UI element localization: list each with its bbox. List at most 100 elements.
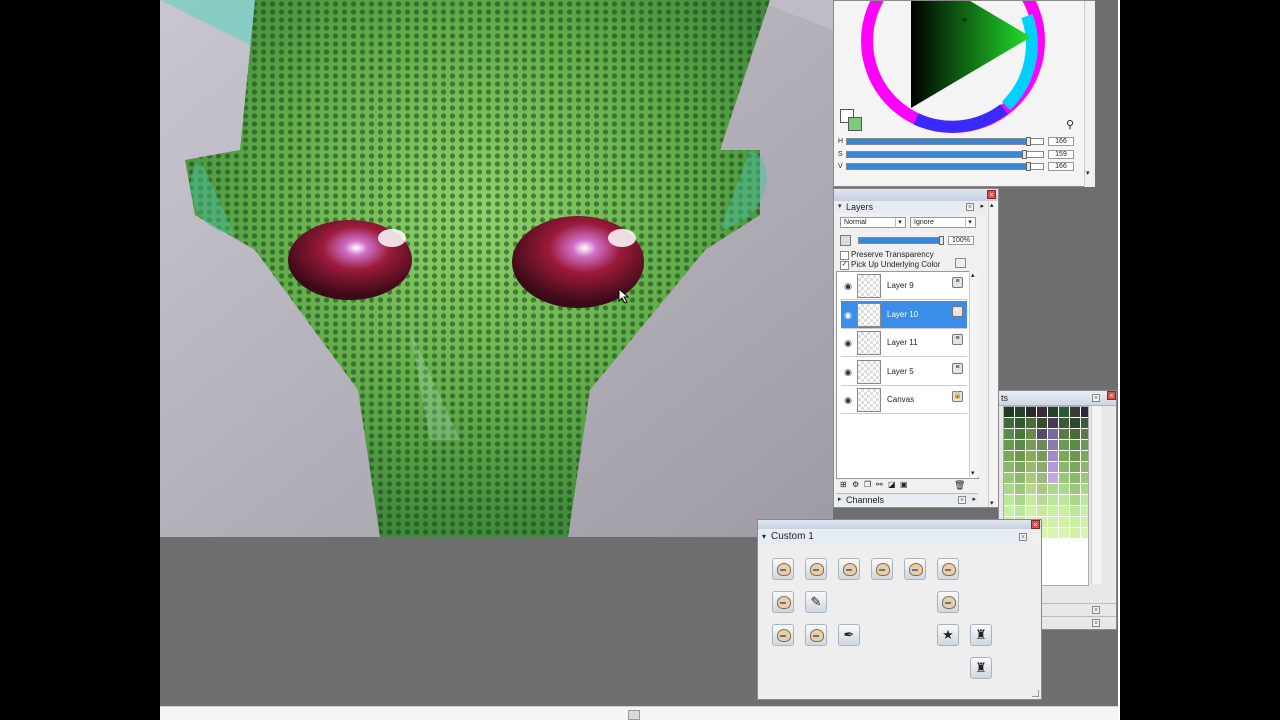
visibility-eye-icon[interactable]: ◉ (843, 338, 853, 348)
new-layer-icon[interactable]: ⚯ (876, 480, 883, 489)
color-sets-panel-close-icon[interactable]: × (1107, 391, 1116, 400)
layers-close-box-icon[interactable]: × (966, 203, 974, 211)
layers-panel-header-strip[interactable]: × (834, 189, 998, 201)
visibility-eye-icon[interactable]: ◉ (843, 367, 853, 377)
color-swatch[interactable] (1037, 484, 1047, 494)
color-swatch[interactable] (1015, 462, 1025, 472)
brush-variant-6-icon[interactable] (937, 558, 959, 580)
color-swatch[interactable] (1026, 407, 1036, 417)
color-swatch[interactable] (1070, 418, 1080, 428)
custom-palette-close-box-icon[interactable]: × (1019, 533, 1027, 541)
color-swatch[interactable] (1004, 418, 1014, 428)
color-swatch[interactable] (1081, 429, 1088, 439)
color-swatch[interactable] (1048, 473, 1058, 483)
color-swatch[interactable] (1059, 407, 1069, 417)
color-swatch[interactable] (1081, 495, 1088, 505)
stamp-2-icon[interactable]: ♜ (970, 657, 992, 679)
color-swatch[interactable] (1081, 407, 1088, 417)
color-swatch[interactable] (1048, 495, 1058, 505)
color-swatch[interactable] (1070, 506, 1080, 516)
brush-variant-8-icon[interactable] (937, 591, 959, 613)
color-swatch[interactable] (1026, 506, 1036, 516)
layer-list-scrollbar[interactable]: ▴ ▾ (969, 271, 979, 477)
color-swatch[interactable] (1081, 451, 1088, 461)
color-swatch[interactable] (1015, 473, 1025, 483)
custom-palette-close-icon[interactable]: × (1031, 520, 1040, 529)
color-swatch[interactable] (1037, 451, 1047, 461)
color-swatch[interactable] (1070, 495, 1080, 505)
color-swatch[interactable] (1070, 484, 1080, 494)
resize-grip-icon[interactable] (1032, 690, 1039, 697)
color-swatch[interactable] (1026, 418, 1036, 428)
channels-title-bar[interactable]: ▸ Channels × ▸ (836, 493, 978, 506)
composite-method-select[interactable]: Normal ▾ (840, 217, 906, 228)
scroll-up-arrow-icon[interactable]: ▴ (990, 201, 994, 209)
airbrush-icon[interactable]: ✒ (838, 624, 860, 646)
color-swatch[interactable] (1048, 506, 1058, 516)
color-swatch[interactable] (1026, 484, 1036, 494)
horizontal-scrollbar[interactable] (160, 706, 1118, 720)
saturation-value[interactable]: 159 (1048, 150, 1074, 159)
layers-panel-scrollbar[interactable]: ▴ ▾ (988, 201, 998, 507)
color-swatch[interactable] (1081, 440, 1088, 450)
brush-variant-9-icon[interactable] (772, 624, 794, 646)
lock-layer-icon[interactable] (955, 258, 966, 268)
sparkle-icon[interactable]: ★ (937, 624, 959, 646)
collapse-arrow-icon[interactable]: ▾ (762, 530, 766, 544)
value-value[interactable]: 166 (1048, 162, 1074, 171)
expand-arrow-icon[interactable]: ▸ (838, 494, 842, 506)
color-swatch[interactable] (1004, 473, 1014, 483)
color-swatch[interactable] (1004, 506, 1014, 516)
color-swatch[interactable] (1026, 440, 1036, 450)
color-swatch[interactable] (1004, 462, 1014, 472)
trash-icon[interactable]: 🗑 (954, 480, 965, 491)
brush-variant-3-icon[interactable] (838, 558, 860, 580)
scroll-up-arrow-icon[interactable]: ▴ (971, 271, 975, 279)
channels-close-icon[interactable]: × (958, 496, 966, 504)
color-swatch[interactable] (1081, 473, 1088, 483)
brush-variant-5-icon[interactable] (904, 558, 926, 580)
color-swatch[interactable] (1081, 517, 1088, 527)
scrollbar-thumb[interactable] (628, 710, 640, 720)
color-swatch[interactable] (1015, 429, 1025, 439)
color-swatch[interactable] (1048, 484, 1058, 494)
custom-palette-header-strip[interactable]: × (758, 520, 1041, 529)
color-swatch[interactable] (1015, 495, 1025, 505)
pick-up-color-checkbox[interactable]: ✓ (840, 261, 849, 270)
brush-variant-10-icon[interactable] (805, 624, 827, 646)
scroll-down-arrow-icon[interactable]: ▾ (1086, 169, 1090, 177)
color-swatch[interactable] (1070, 440, 1080, 450)
layer-row[interactable]: ◉ Layer 5 ≡ (841, 357, 967, 386)
color-swatch[interactable] (1081, 418, 1088, 428)
composite-depth-select[interactable]: Ignore ▾ (910, 217, 976, 228)
opacity-value[interactable]: 100% (948, 236, 974, 245)
visibility-eye-icon[interactable]: ◉ (843, 395, 853, 405)
color-swatch[interactable] (1048, 440, 1058, 450)
color-swatch[interactable] (1037, 473, 1047, 483)
dynamic-plugin-icon[interactable]: ⚙ (852, 480, 859, 489)
color-swatch[interactable] (1004, 495, 1014, 505)
color-swatch[interactable] (1059, 484, 1069, 494)
row-2-close-icon[interactable]: × (1092, 619, 1100, 627)
color-swatch[interactable] (1026, 473, 1036, 483)
clone-color-icon[interactable]: ⚲ (1064, 119, 1076, 131)
hue-value[interactable]: 166 (1048, 137, 1074, 146)
color-swatch[interactable] (1081, 528, 1088, 538)
color-swatch[interactable] (1037, 462, 1047, 472)
color-swatch[interactable] (1015, 484, 1025, 494)
color-swatch[interactable] (1070, 451, 1080, 461)
color-swatch[interactable] (1015, 407, 1025, 417)
color-swatch[interactable] (1048, 528, 1058, 538)
color-swatch[interactable] (1048, 517, 1058, 527)
collapse-arrow-icon[interactable]: ▾ (838, 201, 842, 213)
color-swatch[interactable] (1015, 506, 1025, 516)
color-swatch[interactable] (1048, 407, 1058, 417)
color-swatch[interactable] (1037, 418, 1047, 428)
visibility-eye-icon[interactable]: ◉ (843, 281, 853, 291)
color-swatch[interactable] (1059, 418, 1069, 428)
brush-variant-4-icon[interactable] (871, 558, 893, 580)
color-swatch[interactable] (1059, 451, 1069, 461)
custom-palette-title-bar[interactable]: ▾ Custom 1 × (759, 530, 1031, 544)
color-swatch[interactable] (1070, 473, 1080, 483)
secondary-color-swatch[interactable] (848, 117, 862, 131)
